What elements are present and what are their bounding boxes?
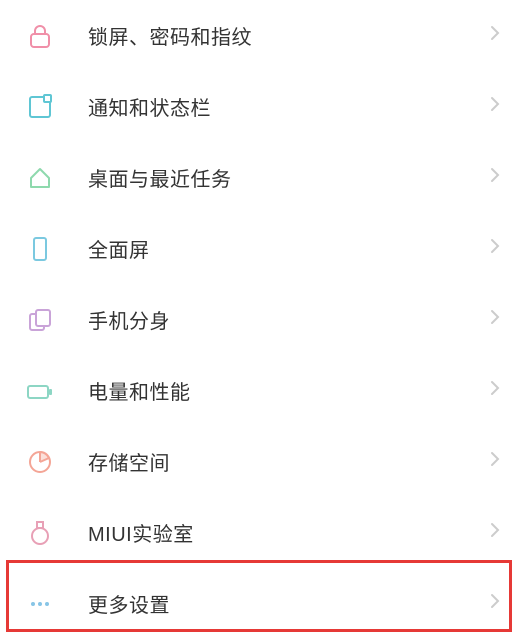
list-item-storage[interactable]: 存储空间: [0, 426, 520, 497]
item-label: 锁屏、密码和指纹: [88, 21, 490, 50]
chevron-right-icon: [490, 309, 500, 330]
chevron-right-icon: [490, 451, 500, 472]
chevron-right-icon: [490, 238, 500, 259]
item-label: 桌面与最近任务: [88, 163, 490, 192]
lab-icon: [24, 517, 56, 549]
home-icon: [24, 162, 56, 194]
item-label: 存储空间: [88, 447, 490, 476]
list-item-lab[interactable]: MIUI实验室: [0, 497, 520, 568]
chevron-right-icon: [490, 593, 500, 614]
chevron-right-icon: [490, 96, 500, 117]
list-item-fullscreen[interactable]: 全面屏: [0, 213, 520, 284]
chevron-right-icon: [490, 167, 500, 188]
list-item-battery[interactable]: 电量和性能: [0, 355, 520, 426]
list-item-home[interactable]: 桌面与最近任务: [0, 142, 520, 213]
item-label: 通知和状态栏: [88, 92, 490, 121]
list-item-notification[interactable]: 通知和状态栏: [0, 71, 520, 142]
notification-icon: [24, 91, 56, 123]
item-label: 全面屏: [88, 234, 490, 263]
chevron-right-icon: [490, 522, 500, 543]
item-label: 电量和性能: [88, 376, 490, 405]
item-label: MIUI实验室: [88, 518, 490, 547]
list-item-lock[interactable]: 锁屏、密码和指纹: [0, 0, 520, 71]
battery-icon: [24, 375, 56, 407]
fullscreen-icon: [24, 233, 56, 265]
list-item-secondspace[interactable]: 手机分身: [0, 284, 520, 355]
lock-icon: [24, 20, 56, 52]
list-item-more[interactable]: 更多设置: [0, 568, 520, 639]
settings-list: 锁屏、密码和指纹 通知和状态栏 桌面与最近任务: [0, 0, 520, 639]
item-label: 更多设置: [88, 589, 490, 618]
item-label: 手机分身: [88, 305, 490, 334]
chevron-right-icon: [490, 380, 500, 401]
chevron-right-icon: [490, 25, 500, 46]
more-icon: [24, 588, 56, 620]
secondspace-icon: [24, 304, 56, 336]
storage-icon: [24, 446, 56, 478]
